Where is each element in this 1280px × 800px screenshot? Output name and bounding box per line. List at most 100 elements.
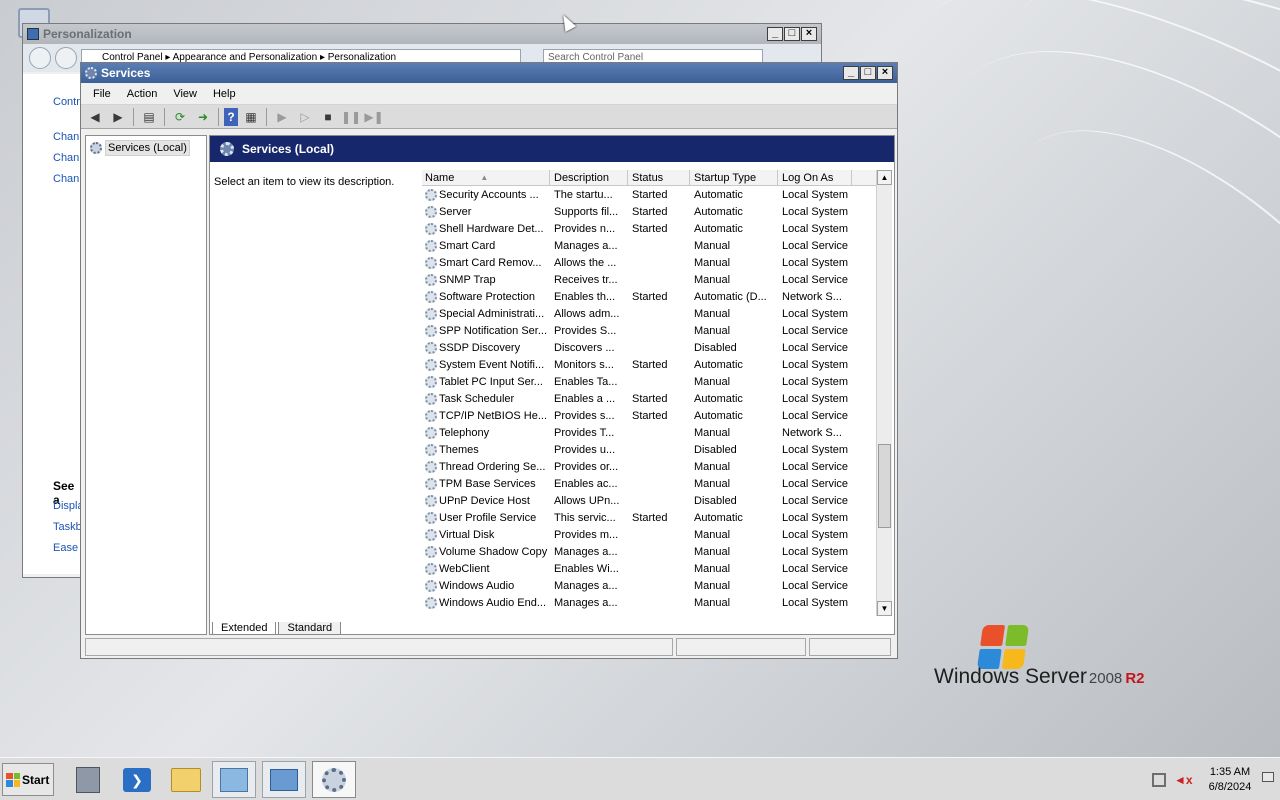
start-service-alt-icon[interactable]: ▷ (295, 108, 315, 126)
sidebar-link[interactable]: Taskb (53, 521, 82, 533)
forward-arrow-icon[interactable]: ▶ (108, 108, 128, 126)
table-row[interactable]: Windows Audio Manages a... Manual Local Ser… (422, 577, 892, 594)
service-log-on-as-cell: Local System (782, 205, 849, 218)
table-row[interactable]: Smart Card Manages a... Manual Local Servic… (422, 237, 892, 254)
sidebar-link[interactable]: Chan (53, 152, 79, 164)
service-name-cell: Windows Audio End... (422, 596, 550, 609)
pause-service-icon[interactable]: ❚❚ (341, 108, 361, 126)
service-startup-type-cell: Automatic (694, 511, 743, 524)
table-row[interactable]: WebClient Enables Wi... Manual Local Servic… (422, 560, 892, 577)
minimize-button[interactable]: _ (843, 66, 859, 80)
service-description-cell: Manages a... (554, 239, 618, 252)
tab-extended[interactable]: Extended (212, 621, 277, 635)
table-row[interactable]: SSDP Discovery Discovers ... Disabled Local… (422, 339, 892, 356)
services-window[interactable]: Services _ □ × File Action View Help ◀ ▶… (80, 62, 898, 659)
back-button[interactable] (29, 47, 51, 69)
service-status-cell: Started (632, 290, 668, 303)
menu-help[interactable]: Help (205, 85, 244, 103)
service-startup-type-cell: Manual (694, 273, 731, 286)
table-row[interactable]: Windows Audio End... Manages a... Manual Lo… (422, 594, 892, 611)
table-row[interactable]: Server Supports fil... Started Automatic Loc… (422, 203, 892, 220)
service-name-cell: Server (422, 205, 550, 218)
table-row[interactable]: Tablet PC Input Ser... Enables Ta... Manua… (422, 373, 892, 390)
menu-view[interactable]: View (165, 85, 205, 103)
sidebar-link[interactable]: Displa (53, 500, 84, 512)
table-row[interactable]: SNMP Trap Receives tr... Manual Local Servi… (422, 271, 892, 288)
tree-node-services-local[interactable]: Services (Local) (86, 138, 206, 158)
table-row[interactable]: Telephony Provides T... Manual Network S... (422, 424, 892, 441)
service-gear-icon (425, 528, 437, 541)
column-startup-type-header[interactable]: Startup Type (690, 170, 778, 185)
table-row[interactable]: TPM Base Services Enables ac... Manual Loca… (422, 475, 892, 492)
personalization-titlebar[interactable]: Personalization _ □ × (23, 24, 821, 44)
start-service-icon[interactable]: ▶ (272, 108, 292, 126)
scroll-up-button[interactable]: ▲ (877, 170, 892, 185)
server-manager-icon[interactable] (66, 761, 110, 798)
stop-service-icon[interactable]: ■ (318, 108, 338, 126)
service-description-cell: Monitors s... (554, 358, 614, 371)
service-name-cell: System Event Notifi... (422, 358, 550, 371)
forward-button[interactable] (55, 47, 77, 69)
maximize-button[interactable]: □ (784, 27, 800, 41)
service-log-on-as-cell: Local Service (782, 477, 849, 490)
service-log-on-as-cell: Local System (782, 256, 849, 269)
maximize-button[interactable]: □ (860, 66, 876, 80)
table-row[interactable]: Thread Ordering Se... Provides or... Manua… (422, 458, 892, 475)
service-name-cell: Shell Hardware Det... (422, 222, 550, 235)
sidebar-link[interactable]: Chan (53, 173, 79, 185)
service-log-on-as-cell: Local System (782, 545, 849, 558)
table-row[interactable]: System Event Notifi... Monitors s... Start… (422, 356, 892, 373)
table-row[interactable]: Virtual Disk Provides m... Manual Local Sys… (422, 526, 892, 543)
table-row[interactable]: Volume Shadow Copy Manages a... Manual Loca… (422, 543, 892, 560)
table-row[interactable]: User Profile Service This servic... Starte… (422, 509, 892, 526)
tab-standard[interactable]: Standard (278, 621, 342, 635)
column-status-header[interactable]: Status (628, 170, 690, 185)
service-description-cell: Receives tr... (554, 273, 618, 286)
service-startup-type-cell: Manual (694, 375, 731, 388)
file-explorer-icon[interactable] (164, 761, 208, 798)
table-row[interactable]: Software Protection Enables th... Started A… (422, 288, 892, 305)
control-panel-icon[interactable] (212, 761, 256, 798)
services-taskbar-icon[interactable] (312, 761, 356, 798)
table-row[interactable]: SPP Notification Ser... Provides S... Manu… (422, 322, 892, 339)
close-button[interactable]: × (801, 27, 817, 41)
table-row[interactable]: Security Accounts ... The startu... Starte… (422, 186, 892, 203)
sidebar-link[interactable]: Chan (53, 131, 79, 143)
network-tray-icon[interactable] (1152, 773, 1166, 787)
export-list-icon[interactable]: ➜ (193, 108, 213, 126)
clock[interactable]: 1:35 AM 6/8/2024 (1200, 765, 1260, 795)
table-row[interactable]: Shell Hardware Det... Provides n... Starte… (422, 220, 892, 237)
menu-file[interactable]: File (85, 85, 119, 103)
services-titlebar[interactable]: Services _ □ × (81, 63, 897, 83)
table-row[interactable]: UPnP Device Host Allows UPn... Disabled Loc… (422, 492, 892, 509)
help-icon[interactable]: ? (224, 107, 238, 126)
scroll-down-button[interactable]: ▼ (877, 601, 892, 616)
powershell-icon[interactable]: ❯ (115, 761, 159, 798)
table-row[interactable]: Special Administrati... Allows adm... Manu… (422, 305, 892, 322)
refresh-icon[interactable]: ⟳ (170, 108, 190, 126)
table-row[interactable]: Themes Provides u... Disabled Local System (422, 441, 892, 458)
vertical-scrollbar[interactable]: ▲ ▼ (876, 170, 892, 616)
back-arrow-icon[interactable]: ◀ (85, 108, 105, 126)
volume-muted-icon[interactable]: ◄x (1174, 773, 1193, 787)
table-row[interactable]: Smart Card Remov... Allows the ... Manual L… (422, 254, 892, 271)
show-desktop-icon[interactable] (1262, 772, 1274, 782)
service-startup-type-cell: Manual (694, 256, 731, 269)
scroll-thumb[interactable] (878, 444, 891, 528)
table-row[interactable]: Task Scheduler Enables a ... Started Automa… (422, 390, 892, 407)
column-name-header[interactable]: Name ▲ (422, 170, 550, 185)
show-hide-tree-icon[interactable]: ▤ (139, 108, 159, 126)
table-row[interactable]: TCP/IP NetBIOS He... Provides s... Started… (422, 407, 892, 424)
close-button[interactable]: × (877, 66, 893, 80)
sidebar-link[interactable]: Ease (53, 542, 78, 554)
properties-icon[interactable]: ▦ (241, 108, 261, 126)
sidebar-link[interactable]: Contr (53, 96, 80, 108)
column-log-on-as-header[interactable]: Log On As (778, 170, 852, 185)
network-icon[interactable] (262, 761, 306, 798)
menu-action[interactable]: Action (119, 85, 166, 103)
restart-service-icon[interactable]: ▶❚ (364, 108, 384, 126)
services-list[interactable]: Name ▲ Description Status Startup Type Lo… (422, 170, 892, 616)
column-description-header[interactable]: Description (550, 170, 628, 185)
minimize-button[interactable]: _ (767, 27, 783, 41)
start-button[interactable]: Start (2, 763, 54, 796)
